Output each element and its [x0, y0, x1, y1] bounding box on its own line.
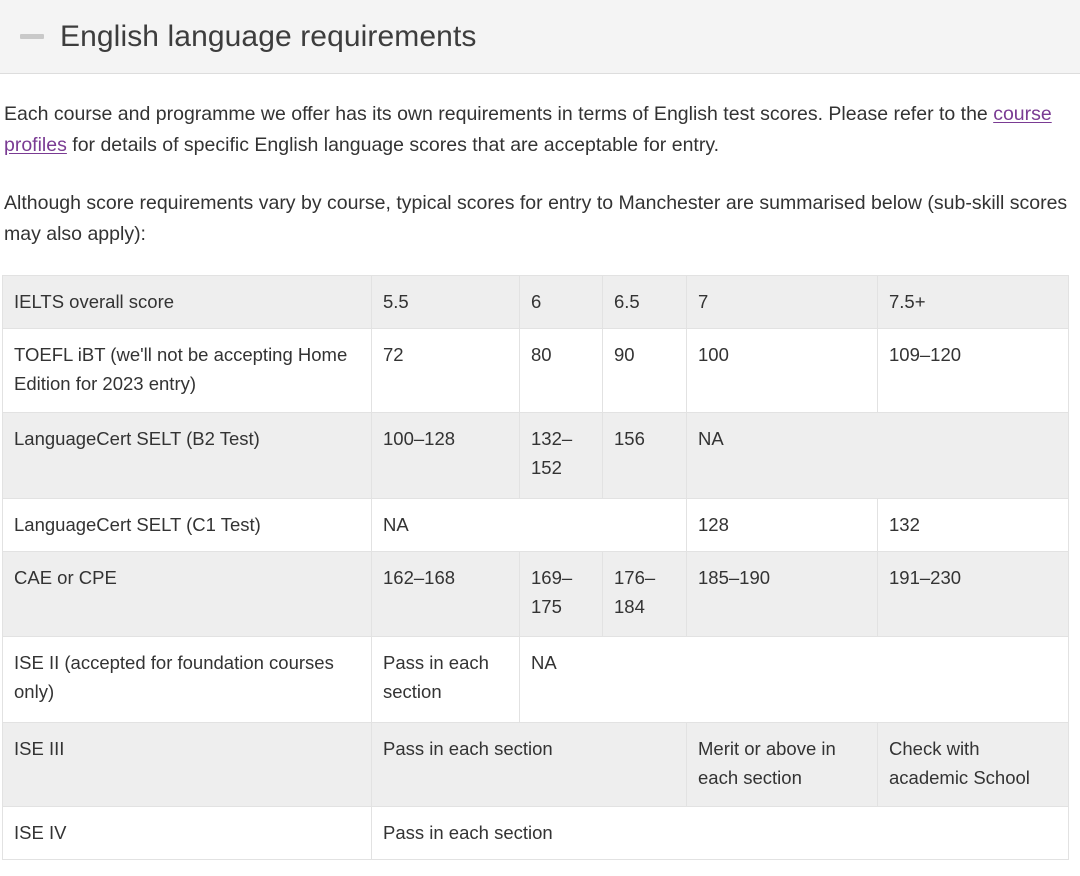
table-row: ISE IV Pass in each section	[2, 806, 1069, 860]
column-header-score-0: 5.5	[371, 275, 520, 329]
table-header-row: IELTS overall score 5.5 6 6.5 7 7.5+	[2, 275, 1069, 329]
page-root: English language requirements Each cours…	[0, 0, 1080, 876]
table-row: CAE or CPE 162–168 169–175 176–184 185–1…	[2, 551, 1069, 637]
cell-toefl-7: 100	[686, 328, 878, 413]
cell-cae-6-5: 176–184	[602, 551, 687, 637]
cell-languagecert-c1-7: 128	[686, 498, 878, 552]
row-label-cae-or-cpe: CAE or CPE	[2, 551, 372, 637]
table-body: IELTS overall score 5.5 6 6.5 7 7.5+ TOE…	[2, 275, 1069, 860]
table-row: ISE III Pass in each section Merit or ab…	[2, 722, 1069, 807]
table-row: ISE II (accepted for foundation courses …	[2, 636, 1069, 723]
accordion-header-english-language-requirements[interactable]: English language requirements	[0, 0, 1080, 74]
cell-ise-ii-6-and-above: NA	[519, 636, 1069, 723]
cell-languagecert-b2-6: 132–152	[519, 412, 603, 499]
row-label-ise-iii: ISE III	[2, 722, 372, 807]
row-label-languagecert-b2: LanguageCert SELT (B2 Test)	[2, 412, 372, 499]
column-header-ielts-overall-score: IELTS overall score	[2, 275, 372, 329]
intro-content: Each course and programme we offer has i…	[0, 74, 1080, 250]
column-header-score-1: 6	[519, 275, 603, 329]
cell-ise-iii-7: Merit or above in each section	[686, 722, 878, 807]
cell-ise-iii-7-5-plus: Check with academic School	[877, 722, 1069, 807]
table-row: TOEFL iBT (we'll not be accepting Home E…	[2, 328, 1069, 413]
cell-languagecert-c1-7-5-plus: 132	[877, 498, 1069, 552]
cell-ise-iv-all: Pass in each section	[371, 806, 1069, 860]
table-row: LanguageCert SELT (C1 Test) NA 128 132	[2, 498, 1069, 552]
cell-toefl-7-5-plus: 109–120	[877, 328, 1069, 413]
column-header-score-2: 6.5	[602, 275, 687, 329]
row-label-languagecert-c1: LanguageCert SELT (C1 Test)	[2, 498, 372, 552]
cell-toefl-6: 80	[519, 328, 603, 413]
cell-cae-7: 185–190	[686, 551, 878, 637]
cell-cae-5-5: 162–168	[371, 551, 520, 637]
intro-paragraph-2: Although score requirements vary by cour…	[4, 192, 1068, 245]
intro-paragraph-1: Each course and programme we offer has i…	[4, 74, 1068, 161]
cell-cae-6: 169–175	[519, 551, 603, 637]
intro-paragraph-1-text-before: Each course and programme we offer has i…	[4, 103, 994, 125]
cell-languagecert-b2-7-and-above: NA	[686, 412, 1069, 499]
column-header-score-4: 7.5+	[877, 275, 1069, 329]
english-language-requirements-table: IELTS overall score 5.5 6 6.5 7 7.5+ TOE…	[2, 275, 1069, 860]
row-label-toefl-ibt: TOEFL iBT (we'll not be accepting Home E…	[2, 328, 372, 413]
column-header-score-3: 7	[686, 275, 878, 329]
cell-languagecert-b2-6-5: 156	[602, 412, 687, 499]
cell-cae-7-5-plus: 191–230	[877, 551, 1069, 637]
cell-languagecert-c1-low-range: NA	[371, 498, 687, 552]
cell-toefl-5-5: 72	[371, 328, 520, 413]
minus-icon[interactable]	[20, 34, 44, 39]
cell-languagecert-b2-5-5: 100–128	[371, 412, 520, 499]
row-label-ise-iv: ISE IV	[2, 806, 372, 860]
cell-ise-iii-low-range: Pass in each section	[371, 722, 687, 807]
page-title: English language requirements	[60, 19, 477, 53]
intro-paragraph-1-text-after: for details of specific English language…	[66, 134, 720, 156]
requirements-table-container: IELTS overall score 5.5 6 6.5 7 7.5+ TOE…	[0, 250, 1080, 860]
row-label-ise-ii: ISE II (accepted for foundation courses …	[2, 636, 372, 723]
table-row: LanguageCert SELT (B2 Test) 100–128 132–…	[2, 412, 1069, 499]
cell-ise-ii-5-5: Pass in each section	[371, 636, 520, 723]
cell-toefl-6-5: 90	[602, 328, 687, 413]
